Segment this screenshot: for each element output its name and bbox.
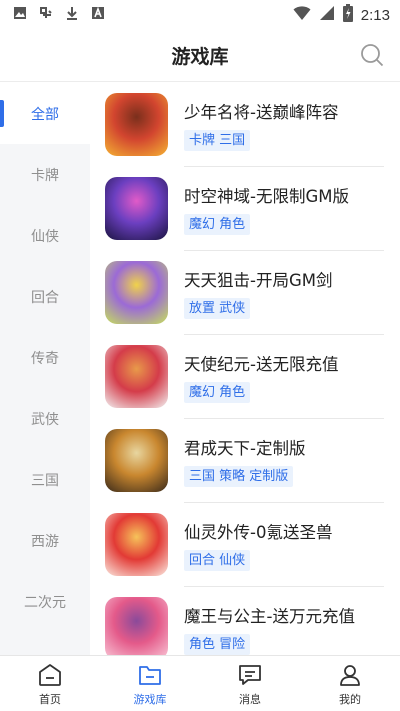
- game-list-item[interactable]: 少年名将-送巅峰阵容 卡牌 三国: [90, 83, 400, 167]
- sidebar-item-label: 回合: [31, 289, 59, 306]
- game-title: 时空神域-无限制GM版: [184, 187, 349, 206]
- home-icon: [39, 664, 61, 686]
- status-bar-left: [12, 5, 106, 21]
- game-thumbnail: [105, 597, 168, 655]
- category-sidebar: 全部 卡牌 仙侠 回合 传奇 武侠 三国 西游 二次元: [0, 83, 90, 655]
- sidebar-item-all[interactable]: 全部: [0, 83, 90, 144]
- image-icon: [12, 5, 28, 21]
- game-thumbnail: [105, 513, 168, 576]
- wifi-icon: [293, 5, 311, 25]
- sidebar-item-label: 武侠: [31, 411, 59, 428]
- top-header: 游戏库: [0, 28, 400, 82]
- game-list-item[interactable]: 君成天下-定制版 三国 策略 定制版: [90, 419, 400, 503]
- game-title: 仙灵外传-0氪送圣兽: [184, 523, 333, 542]
- sidebar-item-journey-west[interactable]: 西游: [0, 510, 90, 571]
- game-list-item[interactable]: 时空神域-无限制GM版 魔幻 角色: [90, 167, 400, 251]
- profile-icon: [340, 665, 360, 686]
- game-thumbnail: [105, 261, 168, 324]
- signal-icon: [319, 5, 335, 25]
- status-time: 2:13: [360, 6, 390, 24]
- search-icon: [361, 44, 384, 67]
- game-tags: 卡牌 三国: [184, 130, 251, 151]
- tab-profile[interactable]: 我的: [300, 656, 400, 711]
- battery-charging-icon: [342, 4, 353, 26]
- bottom-tab-bar: 首页 游戏库 消息 我的: [0, 655, 400, 711]
- tab-label: 游戏库: [133, 693, 167, 706]
- tab-label: 消息: [239, 693, 261, 706]
- sidebar-item-label: 三国: [31, 472, 59, 489]
- page-title: 游戏库: [171, 46, 229, 68]
- game-title: 魔王与公主-送万元充值: [184, 607, 355, 626]
- status-bar-right: 2:13: [293, 4, 390, 26]
- sidebar-item-three-kingdoms[interactable]: 三国: [0, 449, 90, 510]
- status-bar: 2:13: [0, 0, 400, 28]
- game-list-item[interactable]: 魔王与公主-送万元充值 角色 冒险: [90, 587, 400, 655]
- game-title: 天天狙击-开局GM剑: [184, 271, 333, 290]
- sidebar-item-anime[interactable]: 二次元: [0, 571, 90, 632]
- tab-label: 我的: [339, 693, 361, 706]
- sidebar-item-wuxia[interactable]: 武侠: [0, 388, 90, 449]
- sidebar-item-label: 二次元: [24, 594, 66, 611]
- game-thumbnail: [105, 429, 168, 492]
- app-notification-icon: [38, 5, 54, 21]
- tab-label: 首页: [39, 693, 61, 706]
- game-tags: 回合 仙侠: [184, 550, 251, 571]
- tab-game-library[interactable]: 游戏库: [100, 656, 200, 711]
- search-button[interactable]: [358, 41, 386, 69]
- game-tags: 放置 武侠: [184, 298, 251, 319]
- download-icon: [64, 5, 80, 21]
- game-thumbnail: [105, 177, 168, 240]
- tab-messages[interactable]: 消息: [200, 656, 300, 711]
- folder-icon: [139, 666, 161, 685]
- text-app-icon: [90, 5, 106, 21]
- tab-home[interactable]: 首页: [0, 656, 100, 711]
- game-list: 少年名将-送巅峰阵容 卡牌 三国 时空神域-无限制GM版 魔幻 角色 天天狙击-…: [90, 83, 400, 655]
- game-tags: 魔幻 角色: [184, 382, 251, 403]
- message-icon: [239, 665, 261, 685]
- game-thumbnail: [105, 345, 168, 408]
- game-thumbnail: [105, 93, 168, 156]
- sidebar-item-xianxia[interactable]: 仙侠: [0, 205, 90, 266]
- sidebar-item-label: 仙侠: [31, 228, 59, 245]
- sidebar-item-card[interactable]: 卡牌: [0, 144, 90, 205]
- game-list-item[interactable]: 仙灵外传-0氪送圣兽 回合 仙侠: [90, 503, 400, 587]
- game-tags: 角色 冒险: [184, 634, 251, 655]
- game-list-item[interactable]: 天使纪元-送无限充值 魔幻 角色: [90, 335, 400, 419]
- sidebar-item-legend[interactable]: 传奇: [0, 327, 90, 388]
- game-title: 天使纪元-送无限充值: [184, 355, 339, 374]
- sidebar-item-label: 西游: [31, 533, 59, 550]
- game-tags: 魔幻 角色: [184, 214, 251, 235]
- game-tags: 三国 策略 定制版: [184, 466, 294, 487]
- sidebar-item-label: 卡牌: [31, 167, 59, 184]
- sidebar-item-label: 全部: [31, 106, 59, 123]
- sidebar-item-turn-based[interactable]: 回合: [0, 266, 90, 327]
- game-list-item[interactable]: 天天狙击-开局GM剑 放置 武侠: [90, 251, 400, 335]
- game-title: 君成天下-定制版: [184, 439, 306, 458]
- game-title: 少年名将-送巅峰阵容: [184, 103, 339, 122]
- sidebar-item-label: 传奇: [31, 350, 59, 367]
